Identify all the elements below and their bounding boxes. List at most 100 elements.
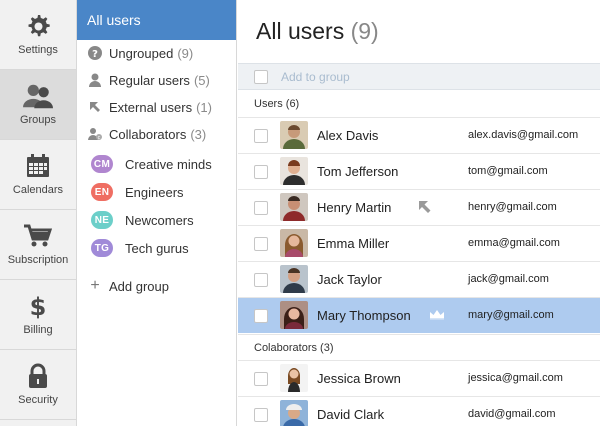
- row-checkbox[interactable]: [254, 129, 268, 143]
- user-row-henry-martin[interactable]: Henry Martin henry@gmail.com: [238, 189, 600, 225]
- user-name: Jessica Brown: [317, 371, 401, 386]
- group-badge: CM: [91, 155, 113, 173]
- group-item-collaborators[interactable]: c Collaborators (3): [87, 124, 206, 144]
- crown-icon: [429, 308, 445, 324]
- page-title-text: All users: [256, 18, 345, 44]
- group-label: Tech gurus: [125, 240, 189, 256]
- group-item-regular-users[interactable]: Regular users (5): [87, 70, 210, 90]
- user-email: emma@gmail.com: [468, 237, 560, 249]
- group-count: (9): [177, 45, 194, 61]
- rail-item-groups[interactable]: Groups: [0, 70, 76, 140]
- user-email: henry@gmail.com: [468, 201, 557, 213]
- nav-rail: Settings Groups Calendars Subscription $…: [0, 0, 77, 426]
- rail-item-subscription[interactable]: Subscription: [0, 210, 76, 280]
- rail-label: Billing: [23, 324, 53, 336]
- rail-item-calendars[interactable]: Calendars: [0, 140, 76, 210]
- user-email: jessica@gmail.com: [468, 372, 563, 384]
- group-badge: TG: [91, 239, 113, 257]
- group-item-newcomers[interactable]: NE Newcomers: [91, 210, 194, 230]
- row-checkbox[interactable]: [254, 309, 268, 323]
- svg-text:$: $: [30, 293, 47, 319]
- group-item-external-users[interactable]: External users (1): [87, 97, 212, 117]
- users-main: All users (9) Add to group Users (6) Ale…: [238, 0, 600, 426]
- user-email: mary@gmail.com: [468, 309, 554, 321]
- user-name: Alex Davis: [317, 128, 379, 143]
- group-label: Ungrouped: [109, 45, 174, 61]
- rail-item-security[interactable]: Security: [0, 350, 76, 420]
- user-email: tom@gmail.com: [468, 165, 548, 177]
- avatar: [280, 265, 308, 293]
- group-badge: EN: [91, 183, 113, 201]
- collaborator-icon: c: [87, 126, 103, 142]
- user-row-tom-jefferson[interactable]: Tom Jefferson tom@gmail.com: [238, 153, 600, 189]
- person-icon: [87, 72, 103, 88]
- rail-label: Calendars: [12, 184, 64, 196]
- rail-label: Security: [18, 394, 58, 406]
- row-checkbox[interactable]: [254, 237, 268, 251]
- user-row-jack-taylor[interactable]: Jack Taylor jack@gmail.com: [238, 261, 600, 297]
- row-checkbox[interactable]: [254, 408, 268, 422]
- arrow-icon: [87, 99, 103, 115]
- group-label: External users: [109, 99, 193, 115]
- group-badge: NE: [91, 211, 113, 229]
- section-header-collaborators: Colaborators (3): [238, 334, 600, 360]
- user-name: Tom Jefferson: [317, 164, 399, 179]
- row-checkbox[interactable]: [254, 372, 268, 386]
- svg-text:c: c: [98, 135, 101, 141]
- add-to-group-button[interactable]: Add to group: [281, 70, 350, 84]
- cart-icon: [23, 222, 53, 250]
- row-checkbox[interactable]: [254, 165, 268, 179]
- user-name: David Clark: [317, 407, 385, 422]
- avatar: [280, 193, 308, 221]
- gear-icon: [23, 12, 53, 40]
- avatar: [280, 157, 308, 185]
- all-users-item[interactable]: All users: [77, 0, 236, 40]
- select-all-checkbox[interactable]: [254, 70, 268, 84]
- avatar: [280, 121, 308, 149]
- user-email: jack@gmail.com: [468, 273, 549, 285]
- add-group-label: Add group: [109, 278, 169, 294]
- user-name: Emma Miller: [317, 236, 390, 251]
- group-item-ungrouped[interactable]: ? Ungrouped (9): [87, 43, 193, 63]
- row-checkbox[interactable]: [254, 273, 268, 287]
- avatar: [280, 229, 308, 257]
- page-title-count: (9): [350, 18, 379, 44]
- rail-item-billing[interactable]: $ Billing: [0, 280, 76, 350]
- list-toolbar: Add to group: [238, 63, 600, 90]
- group-panel: All users ? Ungrouped (9) Regular users …: [77, 0, 237, 426]
- section-header-users: Users (6): [254, 98, 300, 110]
- lock-icon: [23, 362, 53, 390]
- group-count: (5): [193, 72, 210, 88]
- group-label: Newcomers: [125, 212, 194, 228]
- user-name: Henry Martin: [317, 200, 392, 215]
- row-checkbox[interactable]: [254, 201, 268, 215]
- external-arrow-icon: [418, 200, 434, 216]
- calendar-icon: [23, 152, 53, 180]
- user-name: Jack Taylor: [317, 272, 382, 287]
- rail-label: Settings: [18, 44, 58, 56]
- group-item-engineers[interactable]: EN Engineers: [91, 182, 184, 202]
- user-row-mary-thompson[interactable]: Mary Thompson mary@gmail.com: [238, 297, 600, 333]
- dollar-icon: $: [23, 292, 53, 320]
- question-icon: ?: [87, 45, 103, 61]
- group-label: Engineers: [125, 184, 184, 200]
- group-item-tech-gurus[interactable]: TG Tech gurus: [91, 238, 189, 258]
- rail-item-settings[interactable]: Settings: [0, 0, 76, 70]
- user-row-emma-miller[interactable]: Emma Miller emma@gmail.com: [238, 225, 600, 261]
- avatar: [280, 301, 308, 329]
- add-group-button[interactable]: + Add group: [89, 276, 169, 296]
- group-count: (1): [196, 99, 212, 115]
- page-title: All users (9): [256, 18, 379, 45]
- user-name: Mary Thompson: [317, 308, 411, 323]
- plus-icon: +: [90, 277, 100, 294]
- svg-text:?: ?: [92, 49, 98, 60]
- avatar: [280, 364, 308, 392]
- avatar: [280, 400, 308, 426]
- user-row-alex-davis[interactable]: Alex Davis alex.davis@gmail.com: [238, 117, 600, 153]
- user-row-jessica-brown[interactable]: Jessica Brown jessica@gmail.com: [238, 360, 600, 396]
- group-label: Collaborators: [109, 126, 187, 142]
- group-label: Regular users: [109, 72, 190, 88]
- group-item-creative-minds[interactable]: CM Creative minds: [91, 154, 212, 174]
- user-row-david-clark[interactable]: David Clark david@gmail.com: [238, 396, 600, 426]
- user-email: alex.davis@gmail.com: [468, 129, 579, 141]
